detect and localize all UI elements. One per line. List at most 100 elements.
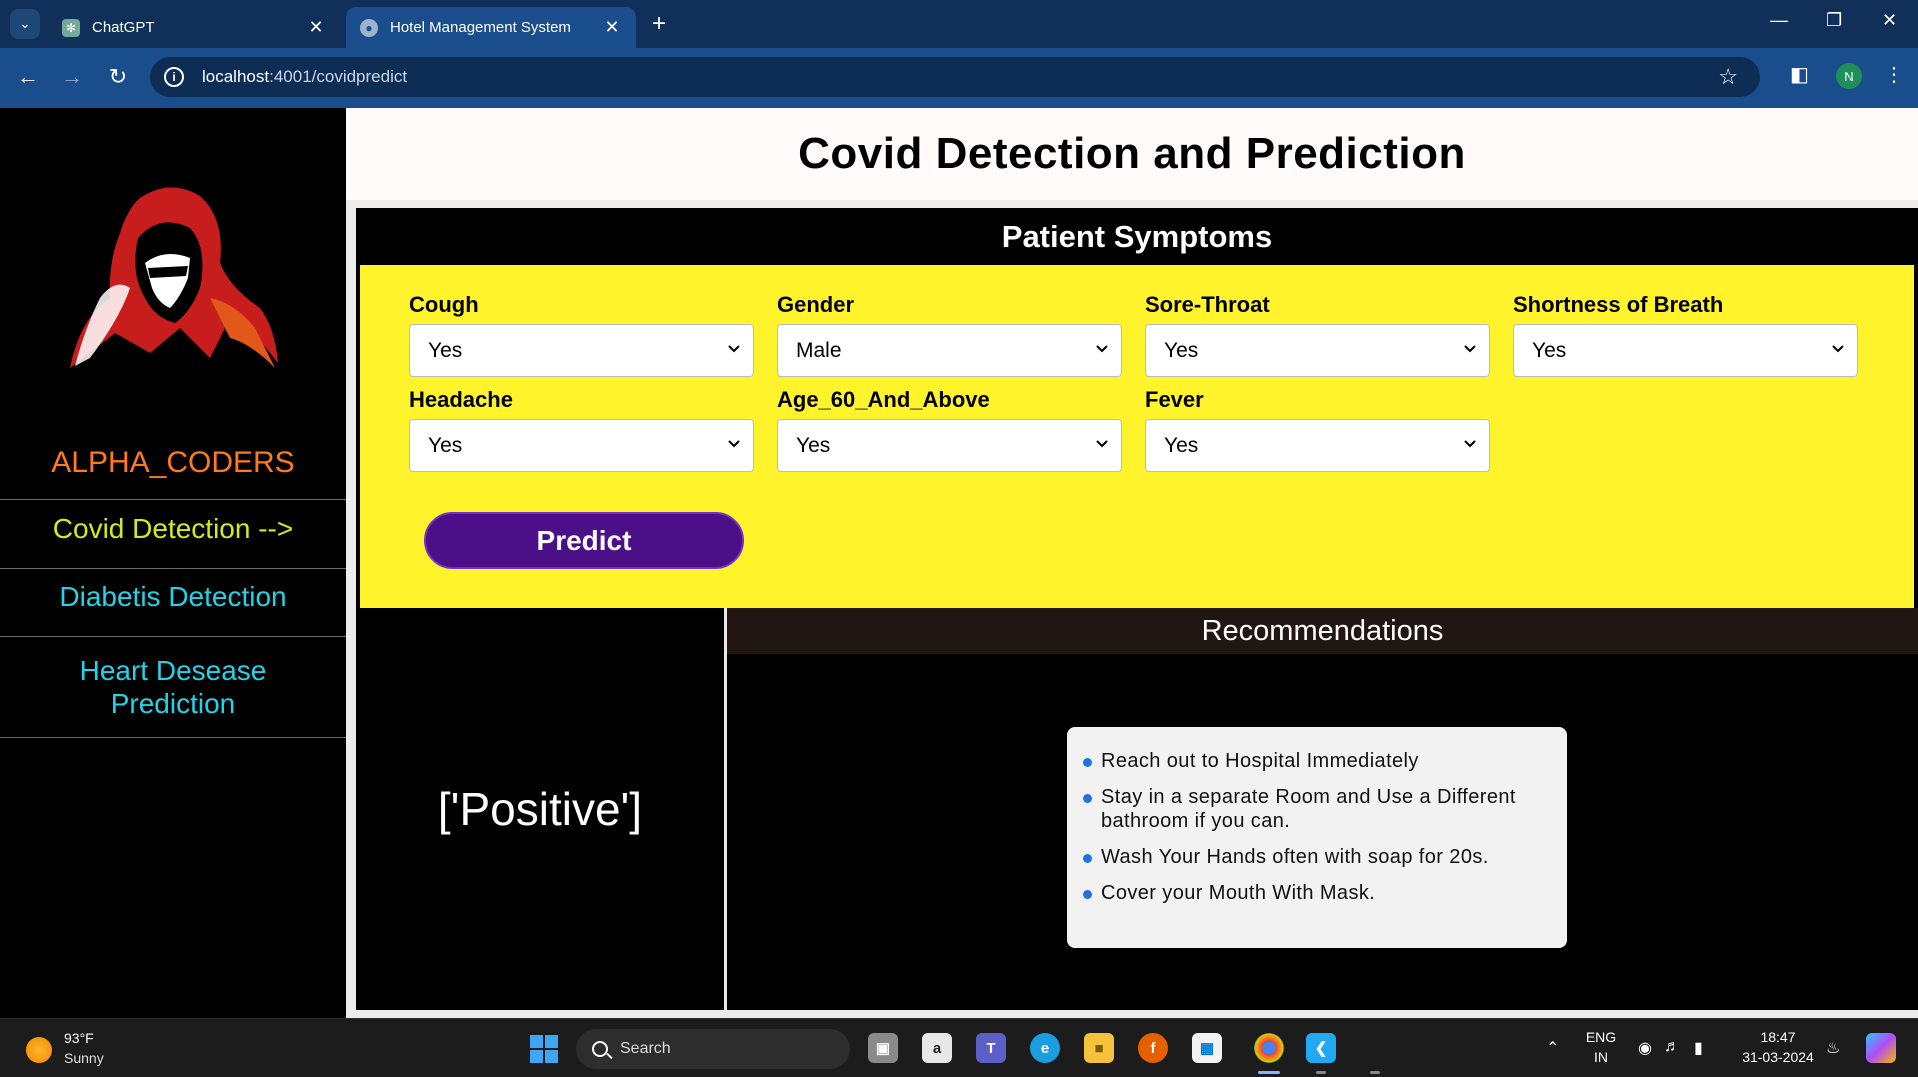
taskbar-search[interactable]: Search: [576, 1029, 850, 1069]
search-label: Search: [620, 1040, 671, 1057]
main-content: Covid Detection and Prediction Patient S…: [346, 108, 1918, 1018]
notification-bell-icon[interactable]: ♨: [1826, 1038, 1840, 1058]
age-60-and-above-label: Age_60_And_Above: [777, 387, 990, 412]
select-value: Yes: [1164, 433, 1199, 457]
page-title: Covid Detection and Prediction: [798, 129, 1466, 178]
firefox-icon[interactable]: f: [1138, 1033, 1168, 1063]
sun-weather-icon[interactable]: [26, 1037, 52, 1063]
sidebar: ALPHA_CODERS Covid Detection --> Diabeti…: [0, 108, 346, 1018]
clock-date[interactable]: 31-03-2024: [1736, 1049, 1820, 1065]
brand-name: ALPHA_CODERS: [51, 446, 295, 479]
tab-close-icon[interactable]: ✕: [602, 17, 622, 38]
fever-select[interactable]: Yes: [1145, 419, 1490, 472]
show-hidden-icons-chevron-icon[interactable]: ⌃: [1546, 1038, 1559, 1058]
tab-title: Hotel Management System: [390, 19, 571, 36]
chevron-down-icon: [1096, 440, 1108, 448]
sidebar-item-diabetis-detection[interactable]: Diabetis Detection: [0, 568, 346, 623]
windows-start-icon[interactable]: [530, 1035, 558, 1063]
weather-temperature[interactable]: 93°F: [64, 1030, 94, 1046]
select-value: Yes: [796, 433, 831, 457]
profile-avatar[interactable]: N: [1836, 63, 1862, 89]
address-bar[interactable]: i localhost:4001/covidpredict ☆: [150, 57, 1760, 97]
vscode-icon[interactable]: ❮: [1306, 1033, 1336, 1063]
running-app-indicator: [1370, 1071, 1380, 1074]
symptoms-form: Cough Yes Gender Male Sore-Throat Yes Sh…: [356, 265, 1918, 608]
page-header: Covid Detection and Prediction: [346, 108, 1918, 200]
age-60-and-above-field: Age_60_And_Above Yes: [777, 387, 1122, 472]
cough-field: Cough Yes: [409, 292, 754, 377]
shortness-of-breath-select[interactable]: Yes: [1513, 324, 1858, 377]
reload-icon[interactable]: ↻: [104, 64, 132, 90]
headache-field: Headache Yes: [409, 387, 754, 472]
predict-button[interactable]: Predict: [424, 512, 744, 569]
tab-title: ChatGPT: [92, 19, 155, 36]
age-60-and-above-select[interactable]: Yes: [777, 419, 1122, 472]
url-path: :4001/covidpredict: [269, 67, 408, 86]
active-app-indicator: [1258, 1071, 1280, 1074]
prediction-result: ['Positive']: [356, 608, 724, 1010]
weather-description[interactable]: Sunny: [64, 1050, 104, 1066]
recommendations-card: Reach out to Hospital Immediately Stay i…: [1067, 727, 1567, 948]
running-app-indicator: [1316, 1071, 1326, 1074]
gender-field: Gender Male: [777, 292, 1122, 377]
site-info-icon[interactable]: i: [164, 67, 184, 87]
window-close-icon[interactable]: ✕: [1882, 10, 1897, 31]
file-explorer-icon[interactable]: ■: [1084, 1033, 1114, 1063]
clock-time[interactable]: 18:47: [1736, 1029, 1820, 1045]
chevron-down-icon: [1832, 345, 1844, 353]
back-arrow-icon[interactable]: ←: [14, 64, 42, 90]
side-panel-icon[interactable]: ◧: [1790, 62, 1809, 87]
gender-select[interactable]: Male: [777, 324, 1122, 377]
recommendation-item: Reach out to Hospital Immediately: [1075, 749, 1553, 773]
select-value: Male: [796, 338, 842, 362]
sidebar-divider: [0, 737, 346, 738]
edge-browser-icon[interactable]: e: [1030, 1033, 1060, 1063]
windows-taskbar: 93°F Sunny Search ▣ a T e ■ f ▦ ❮ ⌃ ENG …: [0, 1018, 1918, 1077]
browser-tab-bar: ⌄ ✻ ChatGPT ✕ ● Hotel Management System …: [0, 0, 1918, 48]
task-view-icon[interactable]: ▣: [868, 1033, 898, 1063]
recommendations-section: Recommendations Reach out to Hospital Im…: [727, 608, 1918, 1010]
sore-throat-select[interactable]: Yes: [1145, 324, 1490, 377]
new-tab-plus-icon[interactable]: +: [652, 10, 666, 38]
language-indicator-top[interactable]: ENG: [1584, 1029, 1618, 1045]
chevron-down-icon: [1096, 345, 1108, 353]
volume-icon[interactable]: ♬: [1664, 1038, 1680, 1056]
sore-throat-label: Sore-Throat: [1145, 292, 1270, 317]
copilot-icon[interactable]: [1866, 1033, 1896, 1063]
minimize-icon[interactable]: —: [1770, 10, 1788, 31]
select-value: Yes: [428, 433, 463, 457]
search-icon: [592, 1041, 608, 1057]
sidebar-item-covid-detection[interactable]: Covid Detection -->: [0, 499, 346, 556]
kebab-menu-icon[interactable]: ⋮: [1884, 62, 1904, 87]
language-indicator-bottom[interactable]: IN: [1584, 1049, 1618, 1065]
sidebar-item-heart-desease-prediction[interactable]: Heart Desease Prediction: [0, 636, 346, 736]
tab-hotel-management[interactable]: ● Hotel Management System ✕: [346, 7, 636, 48]
recommendation-item: Wash Your Hands often with soap for 20s.: [1075, 845, 1553, 869]
page: ALPHA_CODERS Covid Detection --> Diabeti…: [0, 108, 1918, 1018]
shortness-of-breath-label: Shortness of Breath: [1513, 292, 1724, 317]
browser-toolbar: ← → ↻ i localhost:4001/covidpredict ☆ ◧ …: [0, 48, 1918, 108]
chatgpt-favicon-icon: ✻: [62, 18, 80, 37]
bookmark-star-icon[interactable]: ☆: [1718, 64, 1738, 90]
tab-close-icon[interactable]: ✕: [306, 17, 326, 38]
fever-label: Fever: [1145, 387, 1204, 412]
headache-select[interactable]: Yes: [409, 419, 754, 472]
hooded-hacker-logo-icon: [70, 187, 278, 368]
cough-label: Cough: [409, 292, 479, 317]
globe-favicon-icon: ●: [360, 18, 378, 37]
select-value: Yes: [1164, 338, 1199, 362]
network-globe-icon[interactable]: ◉: [1638, 1038, 1652, 1058]
amazon-app-icon[interactable]: a: [922, 1033, 952, 1063]
forward-arrow-icon[interactable]: →: [58, 64, 86, 90]
battery-icon[interactable]: ▮: [1694, 1038, 1703, 1058]
chevron-down-icon: [728, 440, 740, 448]
teams-app-icon[interactable]: T: [976, 1033, 1006, 1063]
microsoft-store-icon[interactable]: ▦: [1192, 1033, 1222, 1063]
headache-label: Headache: [409, 387, 513, 412]
tab-chatgpt[interactable]: ✻ ChatGPT ✕: [48, 7, 340, 48]
tab-search-chevron-icon[interactable]: ⌄: [10, 9, 40, 39]
cough-select[interactable]: Yes: [409, 324, 754, 377]
recommendation-item: Stay in a separate Room and Use a Differ…: [1075, 785, 1553, 833]
restore-icon[interactable]: ❐: [1826, 10, 1842, 31]
chrome-browser-icon[interactable]: [1254, 1033, 1284, 1063]
